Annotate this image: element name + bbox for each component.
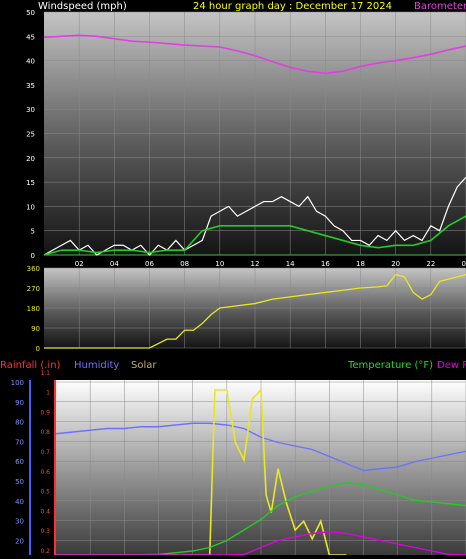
dir-ytick-1: 90	[31, 325, 40, 333]
windspeed-label: Windspeed (mph)	[38, 1, 127, 12]
wind-ytick-7: 35	[26, 82, 35, 90]
wind-ytick-9: 45	[26, 33, 35, 41]
wind-ytick-10: 50	[26, 9, 35, 17]
wind-ytick-4: 20	[26, 155, 35, 163]
humidity-ytick-1: 30	[15, 518, 24, 526]
barometer-label: Barometer	[414, 1, 466, 12]
wind-xtick-1: 04	[110, 260, 119, 268]
wind-xtick-6: 14	[286, 260, 295, 268]
wind-xtick-9: 20	[391, 260, 400, 268]
wind-ytick-1: 5	[31, 228, 35, 236]
graph-canvas: Windspeed (mph) 24 hour graph day : Dece…	[0, 1, 466, 556]
legend-humidity: Humidity	[74, 360, 119, 371]
direction-y-axis: 0 90 180 270 360	[27, 265, 40, 353]
humidity-ytick-3: 50	[15, 478, 24, 486]
dir-ytick-3: 270	[27, 285, 40, 293]
rainfall-ytick-7: 0.9	[40, 409, 50, 416]
wind-xtick-11: 00	[462, 260, 466, 268]
wind-ytick-8: 40	[26, 58, 35, 66]
humidity-ytick-4: 60	[15, 458, 24, 466]
legend-dew: Dew F	[437, 360, 466, 371]
wind-ytick-5: 25	[26, 131, 35, 139]
wind-y-axis: 0 5 10 15 20 25 30 35 40 45 50	[26, 9, 35, 260]
wind-ytick-2: 10	[26, 203, 35, 211]
wind-xtick-8: 18	[356, 260, 365, 268]
wind-xtick-2: 06	[145, 260, 154, 268]
rainfall-ytick-5: 0.7	[40, 449, 50, 456]
rainfall-ytick-8: 1	[46, 390, 50, 397]
rainfall-ytick-9: 1.1	[40, 370, 50, 377]
rainfall-ytick-1: 0.3	[40, 528, 50, 535]
rainfall-ytick-3: 0.5	[40, 489, 50, 496]
humidity-ytick-6: 80	[15, 419, 24, 427]
weather-graph: Windspeed (mph) 24 hour graph day : Dece…	[0, 0, 466, 556]
dir-ytick-0: 0	[36, 345, 40, 353]
rainfall-ytick-6: 0.8	[40, 429, 50, 436]
humidity-ytick-8: 100	[11, 379, 24, 387]
wind-ytick-6: 30	[26, 106, 35, 114]
legend-temperature: Temperature (°F)	[347, 360, 433, 371]
wind-xtick-5: 12	[251, 260, 260, 268]
dir-ytick-2: 180	[27, 305, 40, 313]
wind-xtick-0: 02	[75, 260, 84, 268]
rainfall-ytick-0: 0.2	[40, 548, 50, 555]
wind-xtick-4: 10	[215, 260, 224, 268]
wind-xtick-7: 16	[321, 260, 330, 268]
humidity-ytick-7: 90	[15, 399, 24, 407]
humidity-ytick-2: 40	[15, 498, 24, 506]
rainfall-ytick-4: 0.6	[40, 469, 50, 476]
humidity-ytick-0: 20	[15, 537, 24, 545]
legend-solar: Solar	[131, 360, 157, 371]
humidity-ytick-5: 70	[15, 438, 24, 446]
chart-title: 24 hour graph day : December 17 2024	[193, 1, 392, 12]
wind-ytick-0: 0	[31, 252, 35, 260]
wind-ytick-3: 15	[26, 179, 35, 187]
wind-x-axis: 02 04 06 08 10 12 14 16 18 20 22 00	[44, 254, 466, 268]
rainfall-ytick-2: 0.4	[40, 508, 50, 515]
wind-xtick-3: 08	[180, 260, 189, 268]
dir-ytick-4: 360	[27, 265, 40, 273]
wind-xtick-10: 22	[426, 260, 435, 268]
legend-rainfall: Rainfall (.in)	[0, 360, 61, 371]
